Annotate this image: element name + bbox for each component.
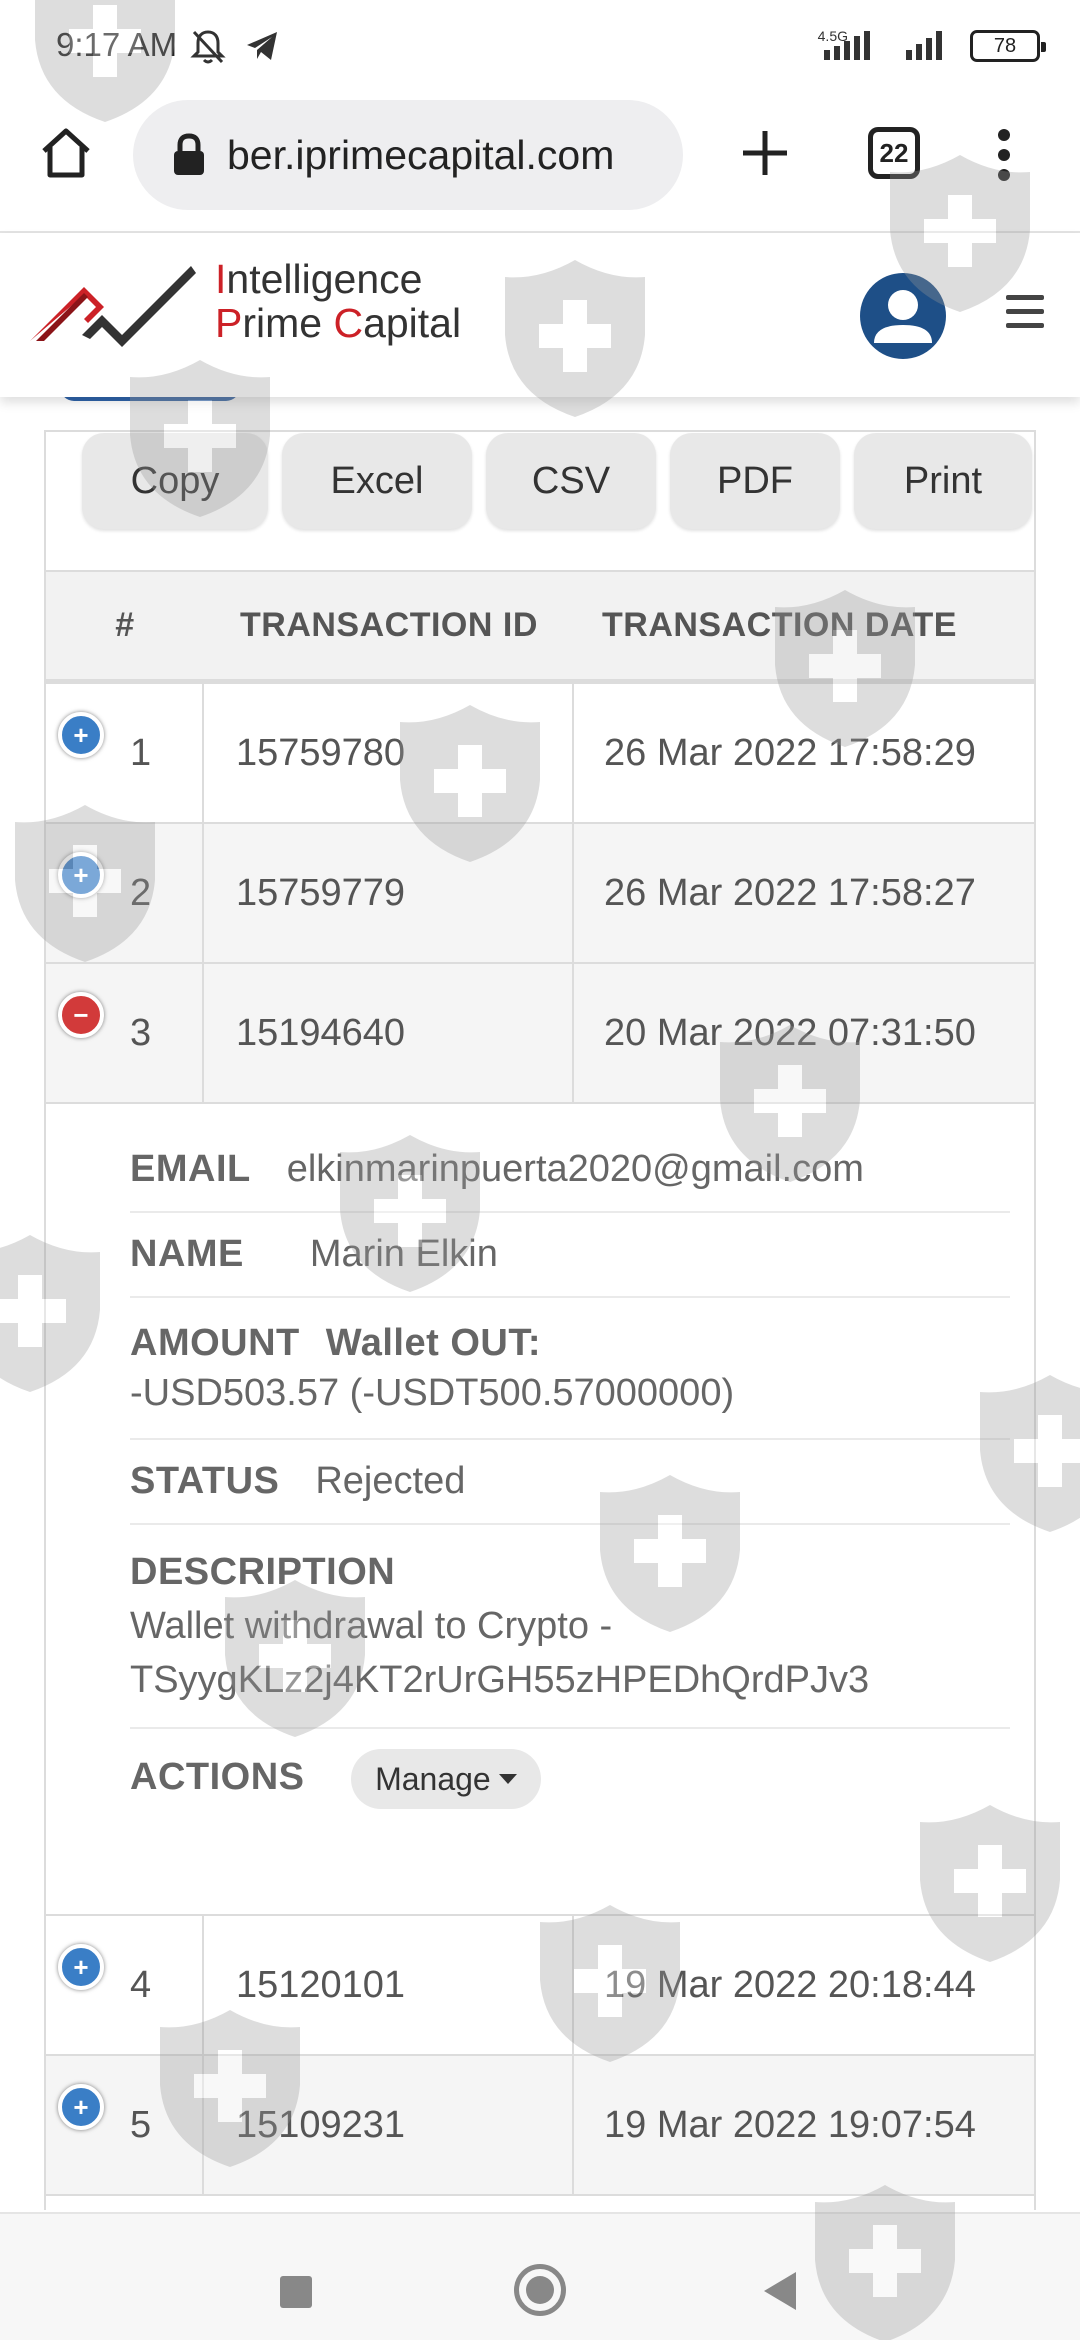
- amount-type: Wallet OUT:: [325, 1322, 541, 1364]
- site-logo[interactable]: Intelligence Prime Capital: [26, 251, 461, 351]
- table-row[interactable]: + 4 15120101 19 Mar 2022 20:18:44: [46, 1916, 1034, 2056]
- detail-amount-row: AMOUNT Wallet OUT: -USD503.57 (-USDT500.5…: [130, 1298, 1010, 1440]
- column-header-transaction-date[interactable]: TRANSACTION DATE: [574, 606, 1034, 645]
- email-label: EMAIL: [130, 1148, 251, 1190]
- expand-row-icon[interactable]: +: [58, 712, 104, 758]
- column-header-transaction-id[interactable]: TRANSACTION ID: [204, 606, 574, 645]
- transaction-id: 15759780: [204, 684, 574, 822]
- battery-indicator: 78: [970, 30, 1046, 62]
- name-value: Marin Elkin: [309, 1233, 498, 1275]
- hamburger-menu-icon[interactable]: [1006, 295, 1044, 329]
- transactions-table: # TRANSACTION ID TRANSACTION DATE + 1 15…: [46, 570, 1034, 2196]
- table-row[interactable]: + 1 15759780 26 Mar 2022 17:58:29: [46, 684, 1034, 824]
- copy-button[interactable]: Copy: [82, 433, 268, 529]
- expand-row-icon[interactable]: +: [58, 1944, 104, 1990]
- manage-label: Manage: [375, 1760, 491, 1797]
- site-header: Intelligence Prime Capital: [0, 233, 1080, 397]
- table-row[interactable]: + 2 15759779 26 Mar 2022 17:58:27: [46, 824, 1034, 964]
- detail-status-row: STATUS Rejected: [130, 1440, 1010, 1525]
- description-label: DESCRIPTION: [130, 1551, 396, 1593]
- expand-row-icon[interactable]: +: [58, 852, 104, 898]
- lock-icon: [174, 133, 204, 175]
- recents-icon[interactable]: [280, 2276, 312, 2308]
- detail-description-row: DESCRIPTION Wallet withdrawal to Crypto …: [130, 1525, 1010, 1729]
- name-label: NAME: [130, 1233, 244, 1275]
- export-buttons: Copy Excel CSV PDF Print: [82, 433, 1032, 529]
- system-navigation-bar: [0, 2212, 1080, 2340]
- tab-switcher-button[interactable]: 22: [868, 127, 920, 179]
- status-value: Rejected: [315, 1460, 466, 1502]
- expand-row-icon[interactable]: +: [58, 2084, 104, 2130]
- transaction-date: 26 Mar 2022 17:58:27: [604, 871, 976, 914]
- browser-toolbar: ber.iprimecapital.com 22: [0, 95, 1080, 233]
- csv-button[interactable]: CSV: [486, 433, 656, 529]
- column-header-number[interactable]: #: [46, 606, 204, 645]
- description-line-1: Wallet withdrawal to Crypto -: [130, 1605, 613, 1647]
- kebab-menu-icon[interactable]: [994, 125, 1014, 185]
- status-time: 9:17 AM: [56, 26, 178, 63]
- manage-dropdown[interactable]: Manage: [351, 1749, 541, 1809]
- table-row[interactable]: + 5 15109231 19 Mar 2022 19:07:54: [46, 2056, 1034, 2196]
- transaction-id: 15759779: [204, 824, 574, 962]
- amount-value: -USD503.57 (-USDT500.57000000): [130, 1372, 735, 1414]
- detail-actions-row: ACTIONS Manage: [130, 1729, 1010, 1829]
- home-icon[interactable]: [36, 123, 96, 183]
- home-nav-icon[interactable]: [514, 2264, 566, 2316]
- logo-word-prime: rime: [242, 300, 334, 346]
- signal-icon-2: [906, 31, 942, 60]
- status-notification-icons: [190, 28, 280, 66]
- detail-email-row: EMAIL elkinmarinpuerta2020@gmail.com: [130, 1128, 1010, 1213]
- description-line-2: TSyygKLz2j4KT2rUrGH55zHPEDhQrdPJv3: [130, 1659, 870, 1701]
- collapse-row-icon[interactable]: −: [58, 992, 104, 1038]
- excel-button[interactable]: Excel: [282, 433, 472, 529]
- table-header: # TRANSACTION ID TRANSACTION DATE: [46, 570, 1034, 684]
- row-detail-panel: EMAIL elkinmarinpuerta2020@gmail.com NAME…: [46, 1104, 1034, 1916]
- table-row-expanded[interactable]: − 3 15194640 20 Mar 2022 07:31:50: [46, 964, 1034, 1104]
- actions-label: ACTIONS: [130, 1756, 305, 1799]
- url-text: ber.iprimecapital.com: [227, 131, 615, 178]
- logo-mark-icon: [30, 266, 196, 347]
- user-icon: [874, 290, 932, 343]
- back-icon[interactable]: [764, 2272, 796, 2310]
- transaction-id: 15120101: [204, 1916, 574, 2054]
- logo-letter-p: P: [215, 300, 243, 346]
- new-tab-icon[interactable]: [737, 125, 793, 181]
- caret-down-icon: [498, 1774, 517, 1784]
- transaction-date: 20 Mar 2022 07:31:50: [604, 1011, 976, 1054]
- status-bar: 9:17 AM 4.5G 78: [0, 0, 1080, 95]
- logo-text: Intelligence Prime Capital: [215, 257, 461, 345]
- transaction-date: 19 Mar 2022 20:18:44: [604, 1963, 976, 2006]
- user-avatar[interactable]: [860, 273, 946, 359]
- logo-letter-c: C: [333, 300, 364, 346]
- transaction-date: 26 Mar 2022 17:58:29: [604, 731, 976, 774]
- email-value: elkinmarinpuerta2020@gmail.com: [286, 1148, 864, 1190]
- amount-label: AMOUNT: [130, 1322, 300, 1364]
- transaction-id: 15194640: [204, 964, 574, 1102]
- logo-letter-i: I: [215, 256, 227, 302]
- transaction-id: 15109231: [204, 2056, 574, 2194]
- detail-name-row: NAME Marin Elkin: [130, 1213, 1010, 1298]
- address-bar[interactable]: ber.iprimecapital.com: [133, 100, 683, 210]
- signal-icon: [824, 31, 870, 60]
- status-label: STATUS: [130, 1460, 280, 1502]
- print-button[interactable]: Print: [854, 433, 1032, 529]
- logo-word-capital: apital: [363, 300, 462, 346]
- telegram-icon: [247, 32, 277, 60]
- transaction-date: 19 Mar 2022 19:07:54: [604, 2103, 976, 2146]
- bell-off-icon: [190, 30, 226, 64]
- pdf-button[interactable]: PDF: [670, 433, 840, 529]
- logo-word-intelligence: ntelligence: [226, 256, 423, 302]
